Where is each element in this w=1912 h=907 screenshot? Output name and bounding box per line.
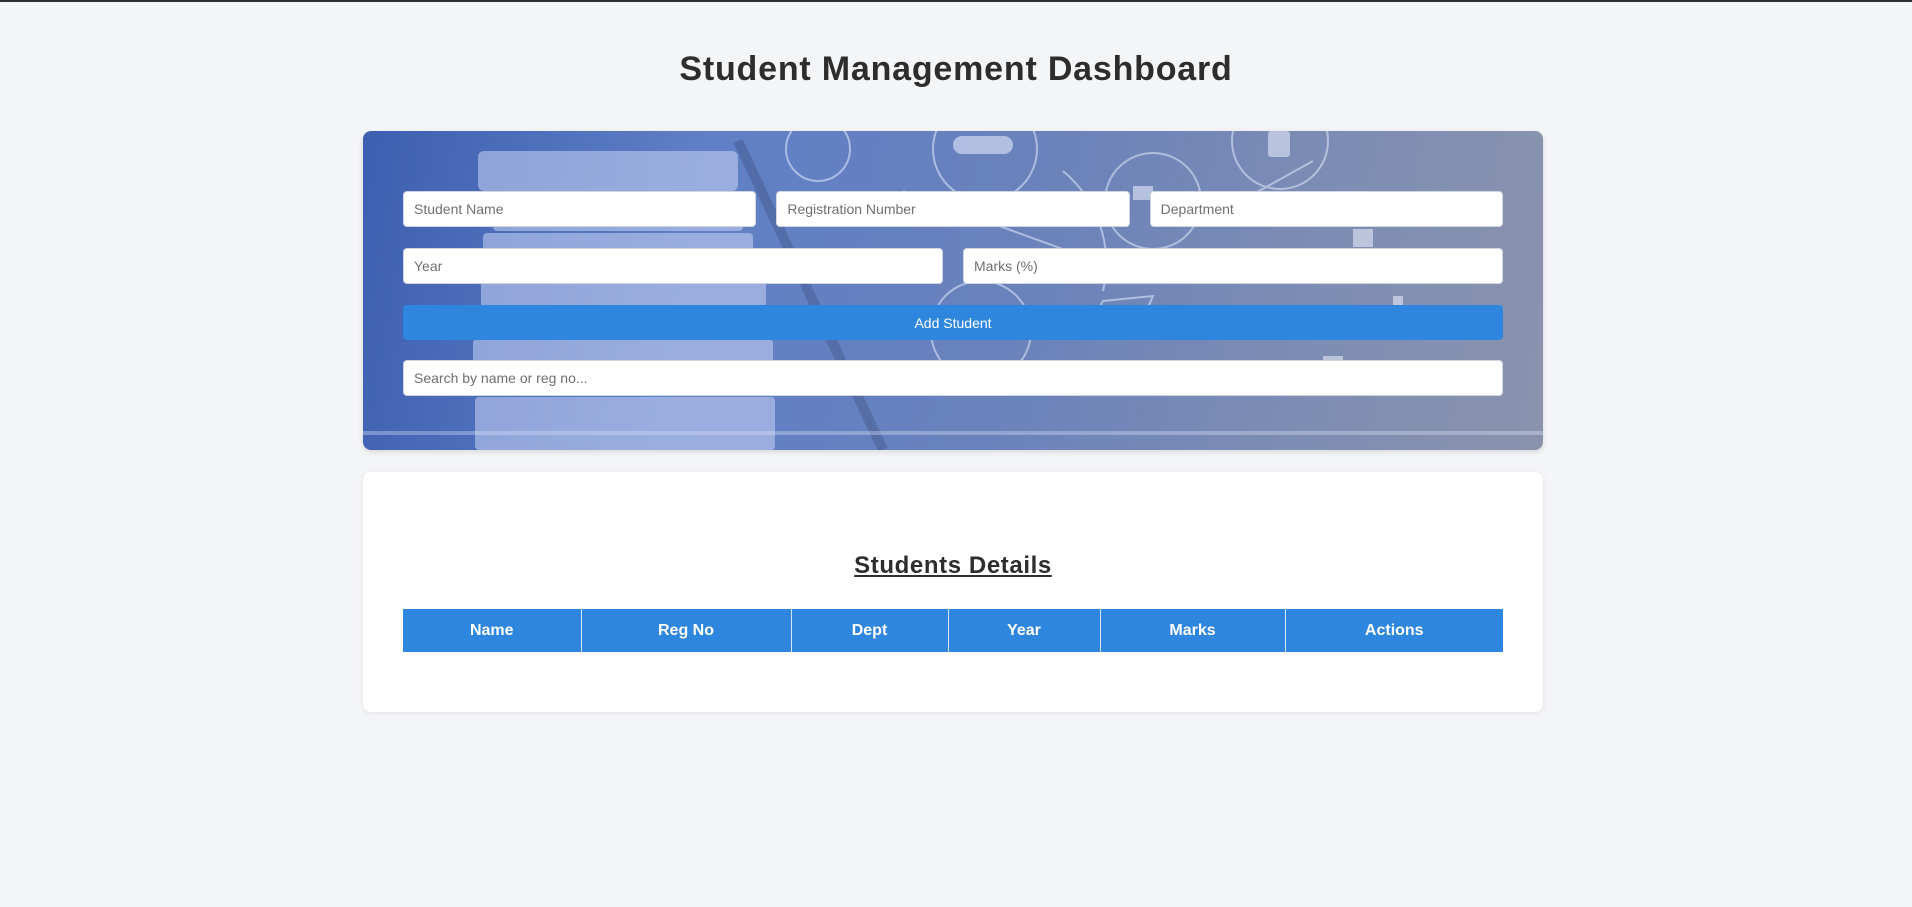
student-form-panel: Add Student	[363, 131, 1543, 450]
column-header-marks: Marks	[1100, 609, 1286, 652]
background-illustration	[363, 131, 1543, 450]
column-header-actions: Actions	[1285, 609, 1503, 652]
student-name-input[interactable]	[403, 191, 757, 227]
department-input[interactable]	[1149, 191, 1503, 227]
registration-number-input[interactable]	[776, 191, 1130, 227]
add-student-button[interactable]: Add Student	[403, 305, 1503, 340]
page-title: Student Management Dashboard	[679, 50, 1233, 88]
year-input[interactable]	[403, 248, 943, 284]
column-header-reg-no: Reg No	[581, 609, 792, 652]
marks-input[interactable]	[963, 248, 1503, 284]
students-table-card: Students Details Name Reg No Dept Year M…	[363, 472, 1543, 712]
column-header-name: Name	[403, 609, 582, 652]
column-header-dept: Dept	[791, 609, 949, 652]
table-header-row: Name Reg No Dept Year Marks Actions	[403, 609, 1503, 652]
students-table: Name Reg No Dept Year Marks Actions	[403, 609, 1503, 652]
column-header-year: Year	[948, 609, 1101, 652]
table-title: Students Details	[854, 552, 1052, 579]
search-input[interactable]	[403, 360, 1503, 396]
